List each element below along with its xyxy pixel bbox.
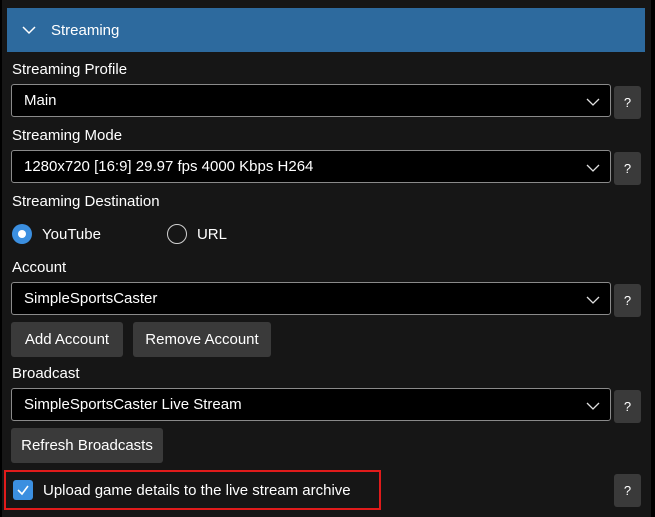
destination-radio-group: YouTube URL (12, 222, 227, 246)
checkmark-icon (17, 485, 29, 496)
upload-checkbox[interactable] (13, 480, 33, 500)
chevron-down-icon (586, 164, 600, 172)
broadcast-help-button[interactable]: ? (614, 390, 641, 423)
streaming-profile-help-button[interactable]: ? (614, 86, 641, 119)
chevron-down-icon (586, 98, 600, 106)
upload-help-button[interactable]: ? (614, 474, 641, 507)
account-value: SimpleSportsCaster (24, 290, 158, 307)
radio-youtube-label: YouTube (42, 225, 101, 243)
chevron-down-icon (586, 296, 600, 304)
radio-url[interactable]: URL (166, 224, 227, 244)
broadcast-value: SimpleSportsCaster Live Stream (24, 396, 242, 413)
refresh-broadcasts-button[interactable]: Refresh Broadcasts (11, 428, 163, 463)
chevron-down-icon (22, 26, 36, 35)
account-help-button[interactable]: ? (614, 284, 641, 317)
radio-unselected-icon (166, 224, 187, 244)
section-title: Streaming (51, 21, 120, 39)
streaming-profile-select[interactable]: Main (11, 84, 611, 117)
streaming-profile-label: Streaming Profile (12, 61, 128, 78)
remove-account-button[interactable]: Remove Account (133, 322, 271, 357)
streaming-profile-value: Main (24, 92, 57, 109)
upload-checkbox-row[interactable]: Upload game details to the live stream a… (13, 480, 351, 500)
add-account-button[interactable]: Add Account (11, 322, 123, 357)
streaming-destination-label: Streaming Destination (12, 193, 160, 210)
radio-selected-icon (12, 224, 32, 244)
streaming-mode-value: 1280x720 [16:9] 29.97 fps 4000 Kbps H264 (24, 158, 314, 175)
streaming-mode-help-button[interactable]: ? (614, 152, 641, 185)
radio-url-label: URL (196, 225, 227, 243)
account-select[interactable]: SimpleSportsCaster (11, 282, 611, 315)
streaming-section-header[interactable]: Streaming (7, 8, 645, 52)
chevron-down-icon (586, 402, 600, 410)
account-label: Account (12, 259, 67, 276)
radio-youtube[interactable]: YouTube (12, 224, 101, 244)
streaming-mode-select[interactable]: 1280x720 [16:9] 29.97 fps 4000 Kbps H264 (11, 150, 611, 183)
broadcast-select[interactable]: SimpleSportsCaster Live Stream (11, 388, 611, 421)
upload-checkbox-label: Upload game details to the live stream a… (43, 481, 351, 499)
broadcast-label: Broadcast (12, 365, 80, 382)
streaming-mode-label: Streaming Mode (12, 127, 123, 144)
